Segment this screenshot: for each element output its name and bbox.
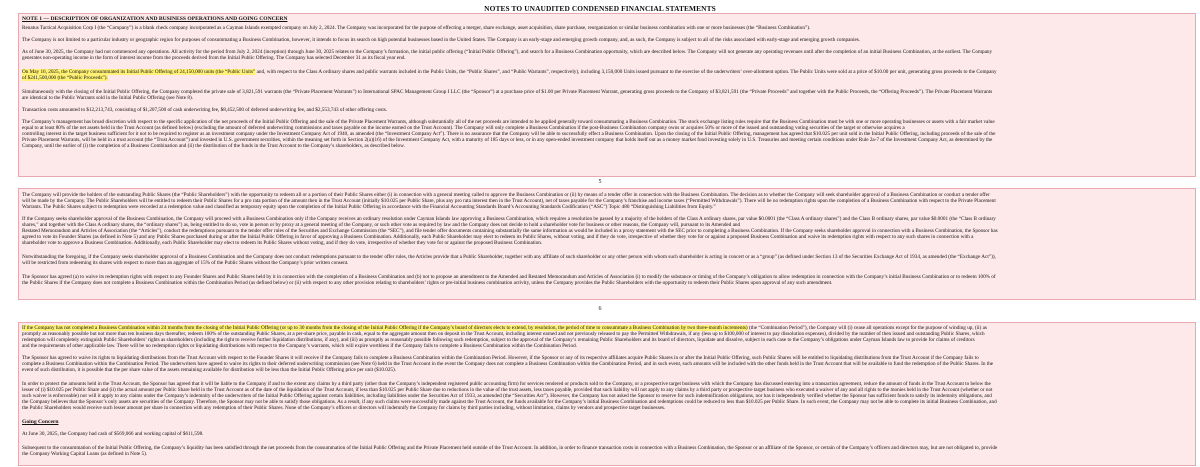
note-title: NOTE 1 — DESCRIPTION OF ORGANIZATION AND… — [22, 16, 288, 22]
paragraph: Renatus Tactical Acquisition Corp I (the… — [22, 25, 811, 31]
note1-section: NOTE 1 — DESCRIPTION OF ORGANIZATION AND… — [18, 13, 1196, 177]
paragraph: the Public Shareholders would receive su… — [22, 405, 666, 411]
page-number: 5 — [598, 179, 602, 185]
paragraph: Warrants. The Public Shares subject to r… — [22, 204, 716, 210]
paragraph: At June 30, 2025, the Company had cash o… — [22, 431, 204, 437]
paragraph: and the requirements of other applicable… — [22, 343, 577, 349]
paragraph-highlighted: of $241,500,000 (the “Public Proceeds”). — [22, 75, 1192, 81]
paragraph: event of such distribution, it is possib… — [22, 367, 397, 373]
page-header: NOTES TO UNAUDITED CONDENSED FINANCIAL S… — [484, 4, 716, 13]
paragraph: shareholder vote to approve a Business C… — [22, 240, 543, 246]
paragraph: Transaction costs amounted to $12,213,74… — [22, 107, 388, 113]
continued-section: The Company will provide the holders of … — [18, 188, 1196, 300]
paragraph: the Company Working Capital Loans (as de… — [22, 451, 148, 457]
paragraph: are identical to the Public Warrants sol… — [22, 95, 193, 101]
highlight: of $241,500,000 (the “Public Proceeds”). — [22, 75, 108, 81]
page-number: 6 — [598, 306, 602, 312]
document-page: NOTES TO UNAUDITED CONDENSED FINANCIAL S… — [0, 0, 1200, 467]
combination-period-section: If the Company has not completed a Busin… — [18, 322, 1196, 466]
paragraph: will be restricted from redeeming its sh… — [22, 260, 349, 266]
paragraph: the Public Shares if the Company does no… — [22, 280, 833, 286]
going-concern-heading: Going Concern — [22, 419, 59, 425]
paragraph: generates non-operating income in the fo… — [22, 55, 406, 61]
paragraph: Company, until the earlier of (i) the co… — [22, 143, 405, 149]
paragraph: The Company is not limited to a particul… — [22, 37, 861, 43]
